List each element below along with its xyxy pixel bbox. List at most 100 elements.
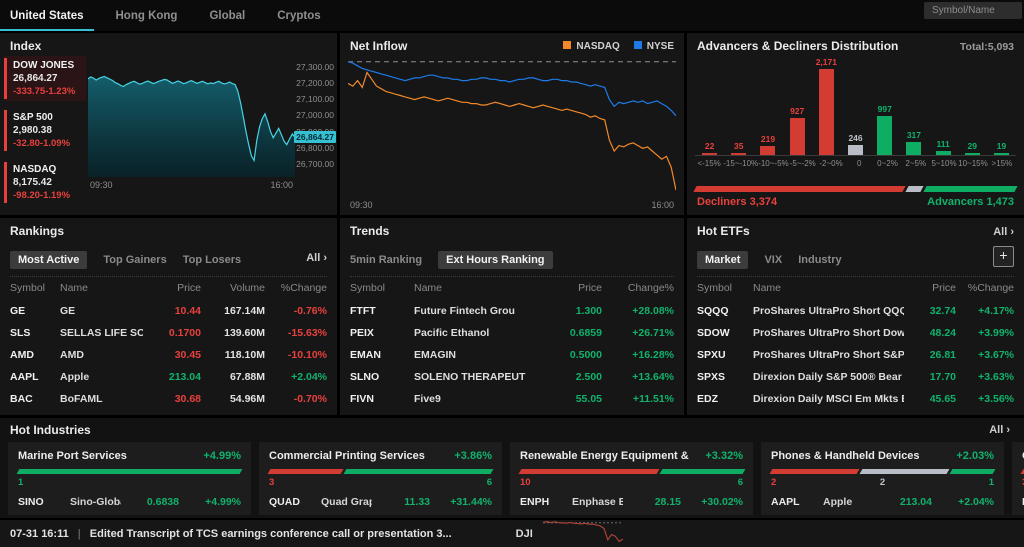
index-area-chart <box>88 57 295 177</box>
rankings-cell-volume: 54.96M <box>201 393 265 405</box>
bar-value-label: 22 <box>705 141 714 151</box>
nav-tab-united-states[interactable]: United States <box>0 0 100 31</box>
rankings-tab-top-losers[interactable]: Top Losers <box>183 251 241 269</box>
search-input[interactable] <box>930 4 1016 17</box>
hot-etfs-cell-name: ProShares UltraPro Short QQQ <box>753 305 904 317</box>
industry-name: Marine Port Services <box>18 450 127 462</box>
industry-name: Phones & Handheld Devices <box>771 450 920 462</box>
trends-cell-price: 2.500 <box>536 371 602 383</box>
index-value: 26,864.27 <box>13 73 84 84</box>
trends-tab-5min-ranking[interactable]: 5min Ranking <box>350 251 422 269</box>
rankings-tab-top-gainers[interactable]: Top Gainers <box>103 251 166 269</box>
industry-top-stock[interactable]: AAPLApple213.04+2.04% <box>771 496 994 508</box>
bar-value-label: 2,171 <box>816 57 837 67</box>
index-change: -98.20-1.19% <box>13 190 84 201</box>
distribution-panel: Advancers & Decliners Distribution Total… <box>687 33 1024 215</box>
table-row[interactable]: TWOU2U Inc12.8054.23M-64.93% <box>10 410 327 415</box>
distribution-categories: <-15%-15~-10%-10~-5%-5~-2%-2~0%00~2%2~5%… <box>695 159 1016 168</box>
table-row[interactable]: FTFTFuture Fintech Grou1.300+28.08% <box>350 300 674 322</box>
ticker-index-symbol[interactable]: DJI <box>516 528 533 540</box>
nav-tab-cryptos[interactable]: Cryptos <box>261 0 336 31</box>
index-item-nasdaq[interactable]: NASDAQ8,175.42-98.20-1.19% <box>4 160 86 205</box>
bar <box>731 153 746 155</box>
distribution-bar-slot: 2,171 <box>812 57 841 155</box>
table-row[interactable]: SQQQProShares UltraPro Short QQQ32.74+4.… <box>697 300 1014 322</box>
rankings-cell-symbol: AMD <box>10 349 60 361</box>
industry-change: +3.32% <box>705 450 743 462</box>
index-item-s-p-500[interactable]: S&P 5002,980.38-32.80-1.09% <box>4 108 86 153</box>
top-panels-row: Index DOW JONES26,864.27-333.75-1.23%S&P… <box>0 33 1024 215</box>
rankings-cell-name: Apple <box>60 371 143 383</box>
hot-etfs-cell-change: +3.67% <box>956 349 1014 361</box>
hot-etfs-all-link[interactable]: All › <box>993 226 1014 238</box>
stock-symbol: QUAD <box>269 496 321 508</box>
rankings-cell-symbol: GE <box>10 305 60 317</box>
industry-top-stock[interactable]: QUADQuad Graphics11.33+31.44% <box>269 496 492 508</box>
hot-etfs-tab-vix[interactable]: VIX <box>764 251 782 269</box>
table-row[interactable]: SDOWProShares UltraPro Short Dow3048.24+… <box>697 322 1014 344</box>
index-item-dow-jones[interactable]: DOW JONES26,864.27-333.75-1.23% <box>4 56 86 101</box>
trends-cell-name: Pacific Ethanol <box>414 327 536 339</box>
trends-tab-ext-hours-ranking[interactable]: Ext Hours Ranking <box>438 251 552 269</box>
table-row[interactable]: SLNOSOLENO THERAPEUT2.500+13.64% <box>350 366 674 388</box>
hot-etfs-cell-name: Direxion Daily MSCI Em Mkts Bear 3X ETF <box>753 393 904 405</box>
table-row[interactable]: PIRSPieris Pharms6.05+10.00% <box>350 410 674 415</box>
rankings-cell-name: SELLAS LIFE SCIE <box>60 327 143 339</box>
trends-cell-change: +13.64% <box>602 371 674 383</box>
rankings-tab-most-active[interactable]: Most Active <box>10 251 87 269</box>
hot-etfs-title: Hot ETFs <box>697 224 750 238</box>
nav-tab-hong-kong[interactable]: Hong Kong <box>100 0 194 31</box>
table-row[interactable]: AMDAMD30.45118.10M-10.10% <box>10 344 327 366</box>
distribution-bar-slot: 29 <box>958 141 987 155</box>
bar-category-label: >15% <box>988 159 1016 168</box>
hot-etfs-tab-market[interactable]: Market <box>697 251 748 269</box>
trends-cell-symbol: FIVN <box>350 393 414 405</box>
industry-card-header: Renewable Energy Equipment & Serv...+3.3… <box>520 450 743 462</box>
table-row[interactable]: EMANEMAGIN0.5000+16.28% <box>350 344 674 366</box>
table-row[interactable]: FIVNFive955.05+11.51% <box>350 388 674 410</box>
advancers-segment <box>923 186 1017 192</box>
industry-change: +4.99% <box>203 450 241 462</box>
rankings-all-link[interactable]: All › <box>306 252 327 264</box>
table-row[interactable]: EDZDirexion Daily MSCI Em Mkts Bear 3X E… <box>697 388 1014 410</box>
trends-cell-change: +16.28% <box>602 349 674 361</box>
industry-top-stock[interactable]: ENPHEnphase Energy28.15+30.02% <box>520 496 743 508</box>
bar-value-label: 111 <box>936 139 949 149</box>
x-tick-close: 16:00 <box>651 200 674 210</box>
index-value: 8,175.42 <box>13 177 84 188</box>
green-segment <box>659 469 744 474</box>
industry-card-phones-handheld-devices[interactable]: Phones & Handheld Devices+2.03%221AAPLAp… <box>761 442 1004 515</box>
hot-etfs-cell-name: Direxion Daily S&P 500® Bear 3X ETF <box>753 371 904 383</box>
industry-card-commercial-printing-services[interactable]: Commercial Printing Services+3.86%36QUAD… <box>259 442 502 515</box>
hot-industries-all-link[interactable]: All › <box>989 424 1010 436</box>
trends-tabs: 5min Ranking Ext Hours Ranking <box>350 250 648 270</box>
add-etf-button[interactable]: + <box>993 246 1014 267</box>
table-row[interactable]: SPXSDirexion Daily S&P 500® Bear 3X ETF1… <box>697 366 1014 388</box>
industry-card-marine-port-services[interactable]: Marine Port Services+4.99%1SINOSino-Glob… <box>8 442 251 515</box>
hot-etfs-cell-symbol: SPXU <box>697 349 753 361</box>
red-segment <box>268 469 344 474</box>
ticker-headline[interactable]: Edited Transcript of TCS earnings confer… <box>90 528 452 540</box>
index-name: S&P 500 <box>13 112 84 123</box>
table-row[interactable]: BACBoFAML30.6854.96M-0.70% <box>10 388 327 410</box>
rankings-cell-price: 213.04 <box>143 371 201 383</box>
table-row[interactable]: GEGE10.44167.14M-0.76% <box>10 300 327 322</box>
nav-tab-global[interactable]: Global <box>193 0 261 31</box>
rankings-cell-name: BoFAML <box>60 393 143 405</box>
y-tick: 26,700.00 <box>296 159 334 169</box>
bar-category-label: -15~-10% <box>723 159 758 168</box>
industry-card-renewable-energy-equipment-serv[interactable]: Renewable Energy Equipment & Serv...+3.3… <box>510 442 753 515</box>
table-row[interactable]: SLSSELLAS LIFE SCIE0.1700139.60M-15.63% <box>10 322 327 344</box>
x-tick-open: 09:30 <box>90 180 113 190</box>
bar <box>702 153 717 155</box>
hot-etfs-col-change: %Change <box>956 282 1014 294</box>
rankings-col-price: Price <box>143 282 201 294</box>
green-segment <box>949 469 995 474</box>
industry-top-stock[interactable]: SINOSino-Global0.6838+4.99% <box>18 496 241 508</box>
symbol-search-box[interactable] <box>924 2 1022 19</box>
table-row[interactable]: PEIXPacific Ethanol0.6859+26.71% <box>350 322 674 344</box>
hot-etfs-tab-industry[interactable]: Industry <box>798 251 841 269</box>
table-row[interactable]: AAPLApple213.0467.88M+2.04% <box>10 366 327 388</box>
table-row[interactable]: SPXUProShares UltraPro Short S&P50026.81… <box>697 344 1014 366</box>
industry-card-o[interactable]: O3N <box>1012 442 1024 515</box>
